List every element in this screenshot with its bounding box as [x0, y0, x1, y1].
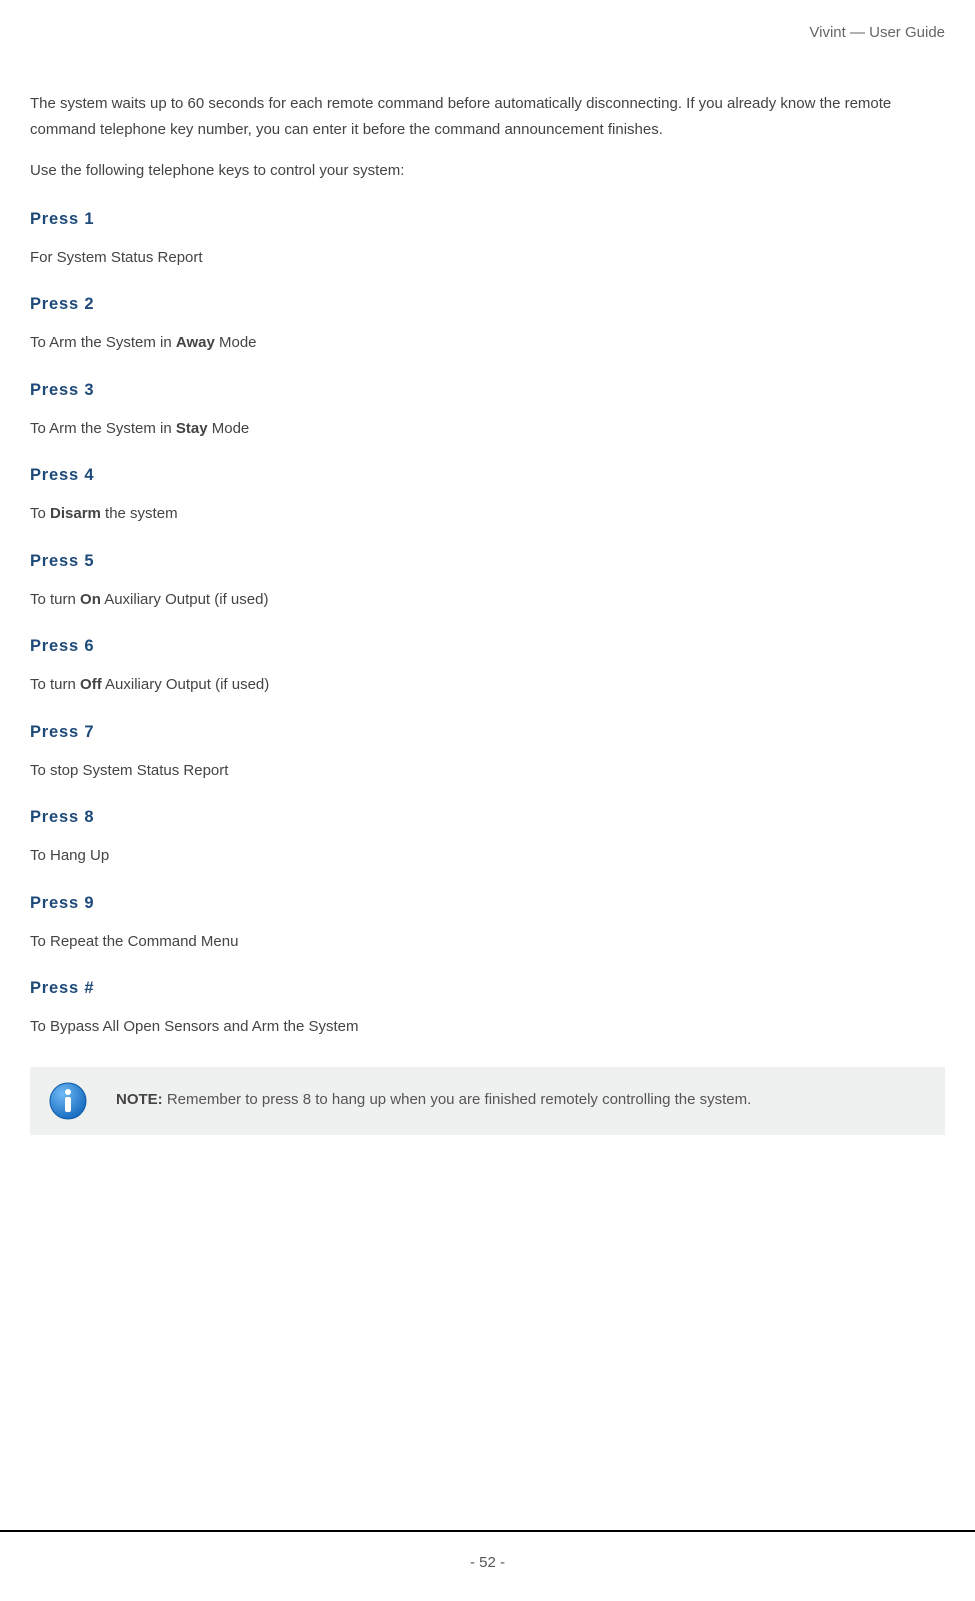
intro-paragraph-2: Use the following telephone keys to cont…: [30, 158, 945, 184]
note-body: Remember to press 8 to hang up when you …: [163, 1091, 752, 1108]
press-4-heading: Press 4: [30, 466, 945, 485]
note-label: NOTE:: [116, 1091, 163, 1108]
press-hash-body: To Bypass All Open Sensors and Arm the S…: [30, 1016, 945, 1039]
press-3-post: Mode: [208, 420, 250, 437]
press-5-bold: On: [80, 591, 101, 608]
press-3-heading: Press 3: [30, 381, 945, 400]
press-6-pre: To turn: [30, 676, 80, 693]
press-4-pre: To: [30, 505, 50, 522]
press-6-post: Auxiliary Output (if used): [102, 676, 270, 693]
press-2-pre: To Arm the System in: [30, 334, 176, 351]
press-hash-heading: Press #: [30, 979, 945, 998]
press-5-post: Auxiliary Output (if used): [101, 591, 269, 608]
page-number: - 52 -: [0, 1532, 975, 1601]
intro-paragraph-1: The system waits up to 60 seconds for ea…: [30, 91, 945, 142]
press-9-heading: Press 9: [30, 894, 945, 913]
press-4-bold: Disarm: [50, 505, 101, 522]
press-7-heading: Press 7: [30, 723, 945, 742]
press-1-body: For System Status Report: [30, 247, 945, 270]
press-6-heading: Press 6: [30, 637, 945, 656]
note-text: NOTE: Remember to press 8 to hang up whe…: [116, 1089, 751, 1112]
press-5-pre: To turn: [30, 591, 80, 608]
press-9-pre: To Repeat the Command Menu: [30, 933, 238, 950]
press-3-pre: To Arm the System in: [30, 420, 176, 437]
press-8-pre: To Hang Up: [30, 847, 109, 864]
press-2-post: Mode: [215, 334, 257, 351]
press-1-heading: Press 1: [30, 210, 945, 229]
header-title: Vivint — User Guide: [30, 20, 945, 41]
press-2-heading: Press 2: [30, 295, 945, 314]
page-container: Vivint — User Guide The system waits up …: [0, 0, 975, 1450]
info-icon: [48, 1081, 88, 1121]
press-4-body: To Disarm the system: [30, 503, 945, 526]
note-box: NOTE: Remember to press 8 to hang up whe…: [30, 1067, 945, 1135]
press-7-body: To stop System Status Report: [30, 760, 945, 783]
press-hash-pre: To Bypass All Open Sensors and Arm the S…: [30, 1018, 359, 1035]
press-4-post: the system: [101, 505, 178, 522]
press-1-pre: For System Status Report: [30, 249, 203, 266]
press-9-body: To Repeat the Command Menu: [30, 931, 945, 954]
press-2-bold: Away: [176, 334, 215, 351]
press-2-body: To Arm the System in Away Mode: [30, 332, 945, 355]
press-3-bold: Stay: [176, 420, 208, 437]
press-8-body: To Hang Up: [30, 845, 945, 868]
press-6-body: To turn Off Auxiliary Output (if used): [30, 674, 945, 697]
press-6-bold: Off: [80, 676, 102, 693]
press-7-pre: To stop System Status Report: [30, 762, 228, 779]
press-5-heading: Press 5: [30, 552, 945, 571]
press-3-body: To Arm the System in Stay Mode: [30, 418, 945, 441]
press-5-body: To turn On Auxiliary Output (if used): [30, 589, 945, 612]
press-8-heading: Press 8: [30, 808, 945, 827]
